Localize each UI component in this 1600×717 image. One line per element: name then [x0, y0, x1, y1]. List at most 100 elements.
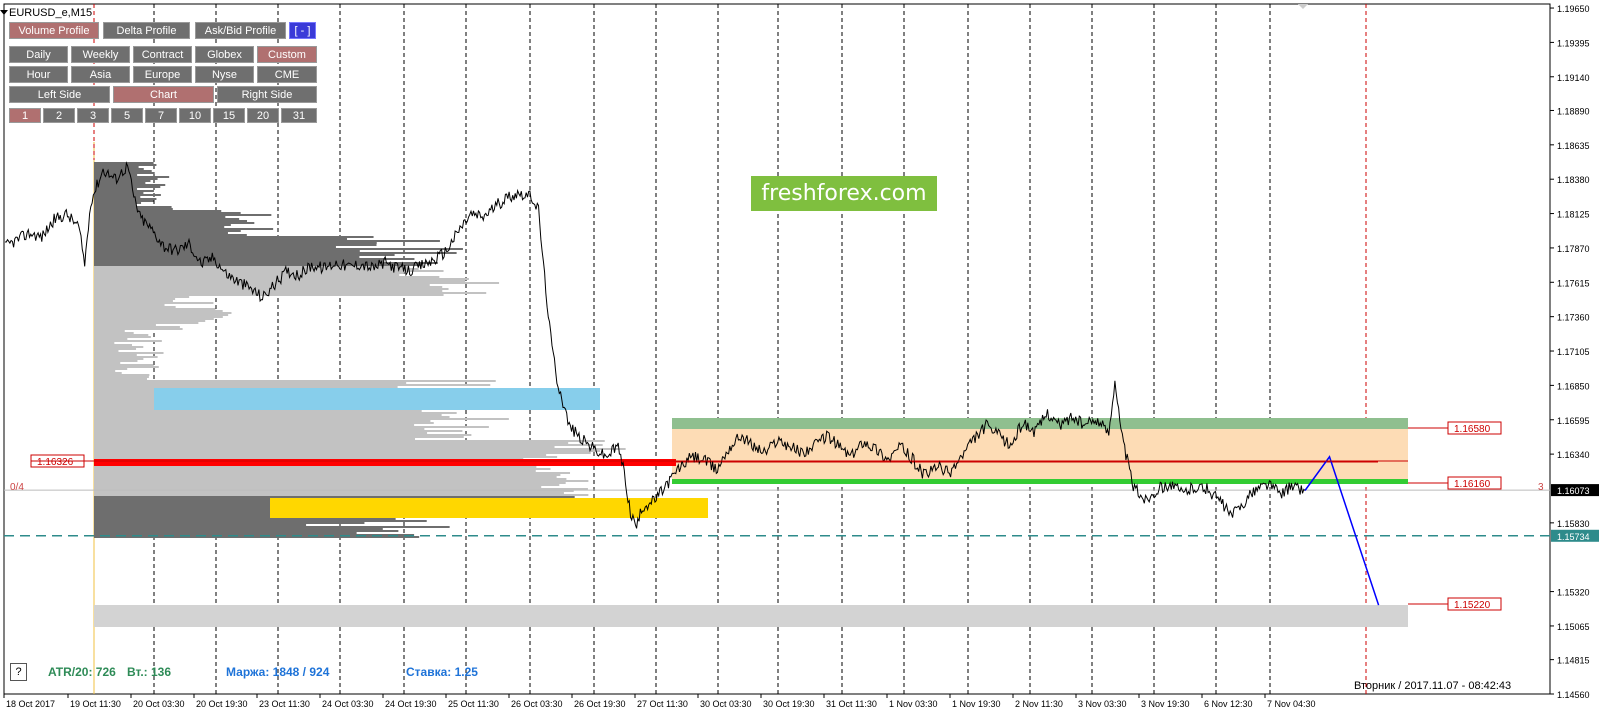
toolbar-button-20[interactable]: 20 — [247, 108, 279, 123]
volume-profile-bar — [94, 212, 241, 214]
volume-profile-bar — [94, 254, 395, 256]
volume-profile-bar — [94, 474, 561, 476]
volume-profile-bar — [94, 456, 558, 458]
x-tick-label: 24 Oct 19:30 — [385, 699, 437, 709]
toolbar-button-contract[interactable]: Contract — [133, 46, 192, 63]
atr-readout: ATR/20: 726 — [48, 665, 116, 679]
x-tick-label: 7 Nov 04:30 — [1267, 699, 1316, 709]
volume-profile-bar — [94, 426, 489, 428]
toolbar-button-31[interactable]: 31 — [281, 108, 317, 123]
volume-profile-bar — [94, 342, 115, 344]
volume-profile-bar — [94, 438, 416, 440]
volume-profile-bar — [94, 340, 162, 342]
volume-profile-bar — [94, 428, 425, 430]
volume-profile-bar — [94, 242, 377, 244]
volume-profile-bar — [94, 246, 336, 248]
toolbar-button-2[interactable]: 2 — [43, 108, 75, 123]
margin-readout: Маржа: 1848 / 924 — [226, 665, 330, 679]
volume-profile-bar — [94, 164, 157, 166]
x-tick-label: 3 Nov 03:30 — [1078, 699, 1127, 709]
volume-profile-bar — [94, 250, 360, 252]
toolbar-button-[interactable]: [ - ] — [289, 22, 316, 39]
volume-profile-bar — [94, 214, 272, 216]
volume-profile-bar — [94, 272, 404, 274]
x-tick-label: 27 Oct 11:30 — [637, 699, 688, 709]
toolbar-button-hour[interactable]: Hour — [9, 66, 68, 83]
volume-profile-bar — [94, 486, 542, 488]
volume-profile-bar — [94, 470, 536, 472]
volume-profile-bar — [94, 496, 575, 498]
toolbar-button-ask-bid-profile[interactable]: Ask/Bid Profile — [195, 22, 286, 39]
volume-profile-bar — [94, 236, 374, 238]
toolbar-button-15[interactable]: 15 — [213, 108, 245, 123]
volume-profile-bar — [94, 420, 431, 422]
toolbar-button-asia[interactable]: Asia — [71, 66, 130, 83]
volume-profile-bar — [94, 476, 557, 478]
toolbar-button-cme[interactable]: CME — [257, 66, 317, 83]
volume-profile-bar — [94, 452, 591, 454]
volume-profile-bar — [94, 352, 164, 354]
target-zone — [94, 605, 1408, 627]
volume-profile-bar — [94, 466, 537, 468]
volume-profile-bar — [94, 324, 156, 326]
y-tick-label: 1.17615 — [1557, 278, 1590, 288]
volume-profile-bar — [94, 442, 569, 444]
volume-profile-bar — [94, 384, 491, 386]
toolbar-button-daily[interactable]: Daily — [9, 46, 68, 63]
volume-profile-bar — [94, 162, 154, 164]
x-tick-label: 6 Nov 12:30 — [1204, 699, 1253, 709]
volume-profile-bar — [94, 412, 457, 414]
toolbar-button-5[interactable]: 5 — [111, 108, 143, 123]
volume-profile-bar — [94, 282, 500, 284]
toolbar-button-custom[interactable]: Custom — [257, 46, 317, 63]
toolbar-button-delta-profile[interactable]: Delta Profile — [103, 22, 190, 39]
volume-profile-bar — [94, 468, 551, 470]
toolbar-button-volume-profile[interactable]: Volume Profile — [9, 22, 99, 39]
toolbar-button-left-side[interactable]: Left Side — [9, 86, 110, 103]
toolbar-button-7[interactable]: 7 — [145, 108, 177, 123]
volume-profile-bar — [94, 472, 571, 474]
x-tick-label: 24 Oct 03:30 — [322, 699, 374, 709]
volume-profile-bar — [94, 310, 223, 312]
volume-profile-bar — [94, 318, 214, 320]
y-tick-label: 1.17360 — [1557, 313, 1590, 323]
volume-profile-bar — [94, 454, 547, 456]
toolbar-button-weekly[interactable]: Weekly — [71, 46, 130, 63]
toolbar-button-1[interactable]: 1 — [9, 108, 41, 123]
volume-profile-bar — [94, 440, 605, 442]
volume-profile-bar — [94, 436, 464, 438]
volume-profile-bar — [94, 524, 307, 526]
toolbar-button-nyse[interactable]: Nyse — [195, 66, 254, 83]
volume-profile-bar — [94, 292, 487, 294]
x-tick-label: 18 Oct 2017 — [6, 699, 55, 709]
volume-profile-bar — [94, 338, 128, 340]
toolbar-button-globex[interactable]: Globex — [195, 46, 254, 63]
y-tick-label: 1.16850 — [1557, 381, 1590, 391]
volume-profile-bar — [94, 204, 137, 206]
x-tick-label: 30 Oct 19:30 — [763, 699, 815, 709]
volume-profile-bar — [94, 482, 566, 484]
y-tick-label: 1.16340 — [1557, 450, 1590, 460]
chevron-down-icon[interactable] — [0, 10, 8, 15]
volume-profile-bar — [94, 432, 428, 434]
volume-profile-bar — [94, 228, 274, 230]
volume-profile-bar — [94, 312, 232, 314]
volume-profile-bar — [94, 218, 240, 220]
toolbar-button-right-side[interactable]: Right Side — [217, 86, 317, 103]
y-tick-label: 1.14560 — [1557, 690, 1590, 700]
volume-profile-bar — [94, 494, 589, 496]
x-tick-label: 20 Oct 03:30 — [133, 699, 185, 709]
volume-profile-bar — [94, 530, 399, 532]
volume-profile-bar — [94, 252, 457, 254]
volume-profile-bar — [94, 378, 148, 380]
volume-profile-bar — [94, 492, 564, 494]
volume-profile-bar — [94, 386, 398, 388]
toolbar-button-3[interactable]: 3 — [77, 108, 109, 123]
help-button[interactable]: ? — [10, 663, 27, 681]
toolbar-button-chart[interactable]: Chart — [113, 86, 214, 103]
toolbar-button-europe[interactable]: Europe — [133, 66, 192, 83]
volume-profile-bar — [94, 366, 159, 368]
x-tick-label: 23 Oct 11:30 — [259, 699, 310, 709]
volume-profile-bar — [94, 184, 166, 186]
toolbar-button-10[interactable]: 10 — [179, 108, 211, 123]
